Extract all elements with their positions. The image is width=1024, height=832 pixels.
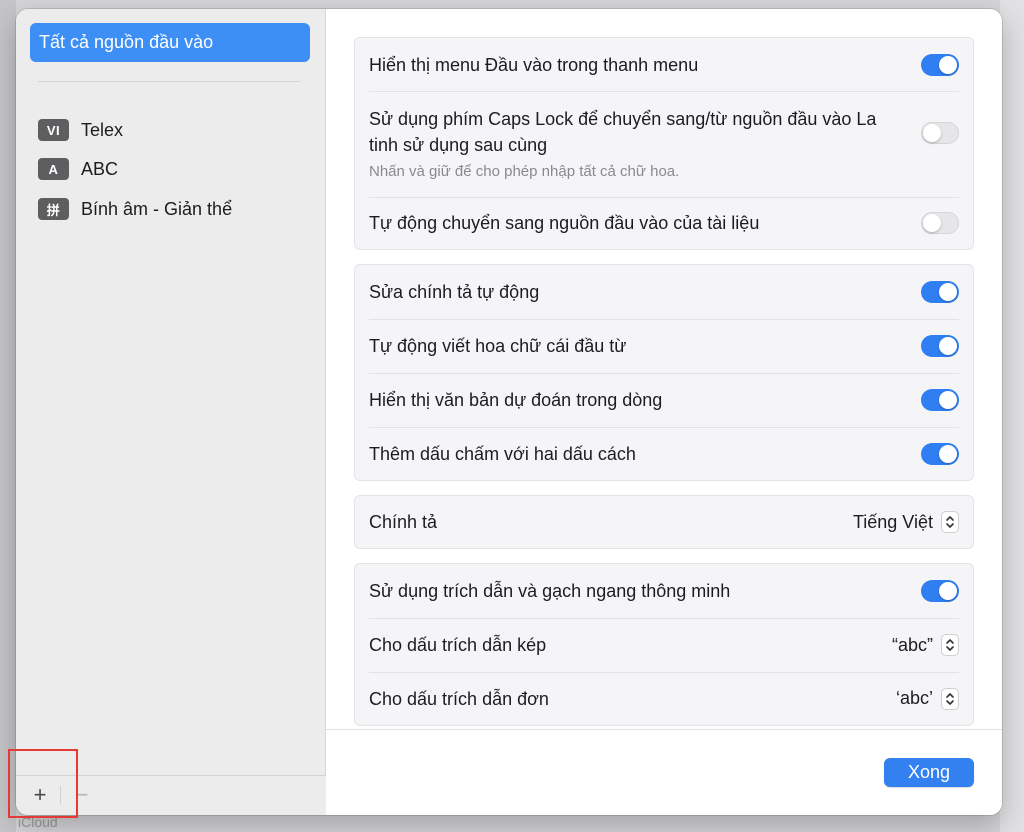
row-autocorrect: Sửa chính tả tự động (355, 265, 973, 319)
spelling-label: Chính tả (369, 512, 438, 532)
up-down-chevron-icon (941, 687, 959, 710)
settings-scroll-area[interactable]: Hiển thị menu Đầu vào trong thanh menu S… (326, 9, 1002, 729)
show-input-menu-label: Hiển thị menu Đầu vào trong thanh menu (369, 54, 699, 75)
add-input-source-button[interactable]: + (22, 778, 58, 812)
double-quotes-label: Cho dấu trích dẫn kép (369, 635, 547, 655)
sidebar-item-all-sources[interactable]: Tất cả nguồn đầu vào (30, 23, 310, 62)
predictive-label: Hiển thị văn bản dự đoán trong dòng (369, 390, 663, 410)
footer-divider (60, 786, 61, 804)
double-quotes-popup[interactable]: “abc” (892, 634, 959, 656)
row-show-input-menu: Hiển thị menu Đầu vào trong thanh menu (355, 38, 973, 91)
done-button[interactable]: Xong (884, 758, 974, 787)
row-double-space-period: Thêm dấu chấm với hai dấu cách (355, 427, 973, 480)
single-quotes-label: Cho dấu trích dẫn đơn (369, 688, 549, 709)
toggle-knob (939, 283, 957, 301)
autocorrect-toggle[interactable] (921, 281, 959, 303)
sidebar-divider (38, 81, 300, 82)
caps-lock-toggle[interactable] (921, 122, 959, 144)
row-single-quotes: Cho dấu trích dẫn đơn ‘abc’ (355, 672, 973, 725)
toggle-knob (939, 55, 957, 74)
spelling-value: Tiếng Việt (852, 511, 933, 532)
spelling-popup[interactable]: Tiếng Việt (853, 511, 959, 533)
sidebar-item-pinyin[interactable]: 拼 Bính âm - Giản thể (38, 196, 232, 222)
predictive-toggle[interactable] (921, 389, 959, 411)
background-strip-left (0, 0, 16, 832)
caps-lock-label-wrap: Sử dụng phím Caps Lock để chuyển sang/từ… (369, 106, 921, 182)
sidebar-item-label: ABC (81, 158, 119, 179)
double-quotes-value: “abc” (891, 634, 933, 655)
toggle-knob (939, 337, 957, 355)
sidebar-item-telex[interactable]: VI Telex (38, 117, 123, 143)
auto-switch-label: Tự động chuyển sang nguồn đầu vào của tà… (369, 213, 760, 233)
single-quotes-value: ‘abc’ (895, 688, 933, 708)
autocapitalize-label: Tự động viết hoa chữ cái đầu từ (369, 336, 627, 356)
single-quotes-popup[interactable]: ‘abc’ (895, 687, 959, 710)
vi-badge-icon: VI (38, 119, 69, 141)
row-autocapitalize: Tự động viết hoa chữ cái đầu từ (355, 319, 973, 373)
background-strip-right (1000, 0, 1024, 832)
row-double-quotes: Cho dấu trích dẫn kép “abc” (355, 618, 973, 672)
toggle-knob (939, 391, 957, 409)
settings-content: Hiển thị menu Đầu vào trong thanh menu S… (326, 9, 1002, 815)
sidebar-footer: + − (16, 775, 326, 815)
background-icloud-text: iCloud (18, 814, 58, 830)
sidebar: Tất cả nguồn đầu vào VI Telex A ABC 拼 Bí… (16, 9, 326, 815)
toggle-knob (939, 582, 957, 600)
smart-quotes-group: Sử dụng trích dẫn và gạch ngang thông mi… (354, 563, 974, 726)
period-label: Thêm dấu chấm với hai dấu cách (369, 443, 636, 464)
input-menu-group: Hiển thị menu Đầu vào trong thanh menu S… (354, 37, 974, 250)
smart-quotes-label: Sử dụng trích dẫn và gạch ngang thông mi… (369, 581, 731, 601)
auto-switch-toggle[interactable] (921, 212, 959, 234)
caps-lock-subtext: Nhấn và giữ để cho phép nhập tất cả chữ … (369, 163, 680, 180)
autocapitalize-toggle[interactable] (921, 335, 959, 357)
row-smart-quotes: Sử dụng trích dẫn và gạch ngang thông mi… (355, 564, 973, 618)
remove-input-source-button[interactable]: − (64, 778, 100, 812)
caps-lock-label: Sử dụng phím Caps Lock để chuyển sang/từ… (369, 109, 877, 155)
sidebar-item-label: Bính âm - Giản thể (81, 198, 233, 219)
row-spelling: Chính tả Tiếng Việt (355, 496, 973, 548)
show-input-menu-toggle[interactable] (921, 53, 959, 76)
smart-quotes-toggle[interactable] (921, 580, 959, 602)
toggle-knob (923, 124, 941, 142)
period-toggle[interactable] (921, 442, 959, 465)
sidebar-item-abc[interactable]: A ABC (38, 156, 118, 182)
text-correction-group: Sửa chính tả tự động Tự động viết hoa ch… (354, 264, 974, 481)
autocorrect-label: Sửa chính tả tự động (369, 282, 540, 302)
up-down-chevron-icon (941, 634, 959, 656)
up-down-chevron-icon (941, 511, 959, 533)
abc-badge-icon: A (38, 158, 69, 180)
pinyin-badge-icon: 拼 (38, 198, 69, 220)
sheet-footer: Xong (326, 729, 1002, 815)
toggle-knob (923, 214, 941, 232)
row-predictive: Hiển thị văn bản dự đoán trong dòng (355, 373, 973, 427)
toggle-knob (939, 444, 957, 463)
sidebar-item-label: Telex (81, 119, 124, 140)
row-auto-switch: Tự động chuyển sang nguồn đầu vào của tà… (355, 197, 973, 249)
row-caps-lock: Sử dụng phím Caps Lock để chuyển sang/từ… (355, 91, 973, 197)
spelling-group: Chính tả Tiếng Việt (354, 495, 974, 549)
input-sources-sheet: Tất cả nguồn đầu vào VI Telex A ABC 拼 Bí… (16, 9, 1002, 815)
